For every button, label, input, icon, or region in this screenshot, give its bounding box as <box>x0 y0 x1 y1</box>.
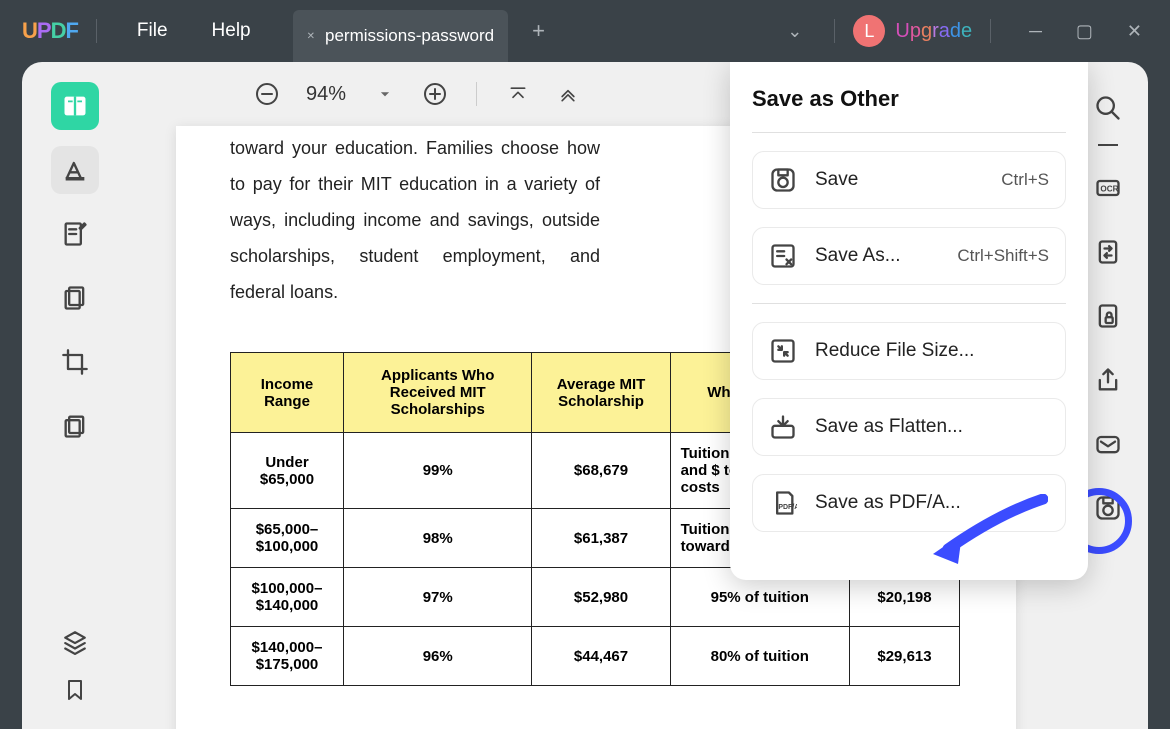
menu-help[interactable]: Help <box>212 20 251 42</box>
th-applicants: Applicants Who Received MIT Scholarships <box>343 353 531 433</box>
panel-item-shortcut: Ctrl+Shift+S <box>957 246 1049 266</box>
table-row: $140,000–$175,000 96% $44,467 80% of tui… <box>231 627 960 686</box>
minimize-button[interactable]: ─ <box>1029 21 1042 42</box>
panel-item-label: Reduce File Size... <box>815 340 1049 362</box>
search-icon[interactable] <box>1084 84 1132 132</box>
separator <box>752 132 1066 133</box>
body-paragraph: toward your education. Families choose h… <box>230 130 600 310</box>
separator <box>990 19 991 43</box>
new-tab-button[interactable]: + <box>526 12 551 50</box>
tabs-dropdown-icon[interactable]: ⌄ <box>773 21 816 42</box>
th-income: Income Range <box>231 353 344 433</box>
maximize-button[interactable]: ▢ <box>1076 21 1093 42</box>
reduce-size-button[interactable]: Reduce File Size... <box>752 322 1066 380</box>
svg-text:PDF/A: PDF/A <box>778 504 797 511</box>
email-icon[interactable] <box>1084 420 1132 468</box>
batch-tool[interactable] <box>51 402 99 450</box>
tab-title: permissions-password <box>325 26 494 46</box>
panel-item-label: Save as Flatten... <box>815 416 1049 438</box>
separator <box>1098 144 1118 146</box>
window-controls: ─ ▢ ✕ <box>1029 21 1142 42</box>
zoom-out-button[interactable] <box>248 75 286 113</box>
menu-file[interactable]: File <box>137 20 168 42</box>
layers-icon[interactable] <box>62 629 88 660</box>
ocr-icon[interactable]: OCR <box>1084 164 1132 212</box>
save-flatten-button[interactable]: Save as Flatten... <box>752 398 1066 456</box>
panel-item-label: Save As... <box>815 245 957 267</box>
annotation-arrow <box>928 494 1048 574</box>
panel-item-label: Save <box>815 169 1001 191</box>
edit-tool[interactable] <box>51 210 99 258</box>
tabbar: ✕ permissions-password + <box>293 0 551 62</box>
zoom-toolbar: 94% <box>242 62 593 126</box>
app-logo: UPDF <box>22 18 78 44</box>
bookmark-icon[interactable] <box>63 678 87 707</box>
reader-tool[interactable] <box>51 82 99 130</box>
highlight-tool[interactable] <box>51 146 99 194</box>
share-icon[interactable] <box>1084 356 1132 404</box>
pdfa-icon: PDF/A <box>769 489 797 517</box>
separator <box>834 19 835 43</box>
th-avg: Average MIT Scholarship <box>532 353 670 433</box>
svg-text:OCR: OCR <box>1100 185 1118 194</box>
panel-item-shortcut: Ctrl+S <box>1001 170 1049 190</box>
separator <box>752 303 1066 304</box>
titlebar: UPDF File Help ✕ permissions-password + … <box>0 0 1170 62</box>
content-area: 94% the amount of money you will still n… <box>22 62 1148 729</box>
save-as-icon <box>769 242 797 270</box>
save-as-button[interactable]: Save As... Ctrl+Shift+S <box>752 227 1066 285</box>
close-button[interactable]: ✕ <box>1127 21 1142 42</box>
document-tab[interactable]: ✕ permissions-password <box>293 10 509 62</box>
zoom-level: 94% <box>306 83 346 106</box>
protect-icon[interactable] <box>1084 292 1132 340</box>
crop-tool[interactable] <box>51 338 99 386</box>
left-toolbar <box>22 62 127 729</box>
tab-close-icon[interactable]: ✕ <box>307 31 315 42</box>
separator <box>96 19 97 43</box>
flatten-icon <box>769 413 797 441</box>
compress-icon <box>769 337 797 365</box>
scroll-top-button[interactable] <box>499 75 537 113</box>
panel-title: Save as Other <box>752 86 1066 112</box>
organize-tool[interactable] <box>51 274 99 322</box>
convert-icon[interactable] <box>1084 228 1132 276</box>
save-button[interactable]: Save Ctrl+S <box>752 151 1066 209</box>
upgrade-link[interactable]: Upgrade <box>895 20 972 43</box>
user-avatar[interactable]: L <box>853 15 885 47</box>
zoom-in-button[interactable] <box>416 75 454 113</box>
separator <box>476 82 477 106</box>
zoom-dropdown[interactable] <box>366 75 404 113</box>
scroll-up-button[interactable] <box>549 75 587 113</box>
save-icon <box>769 166 797 194</box>
